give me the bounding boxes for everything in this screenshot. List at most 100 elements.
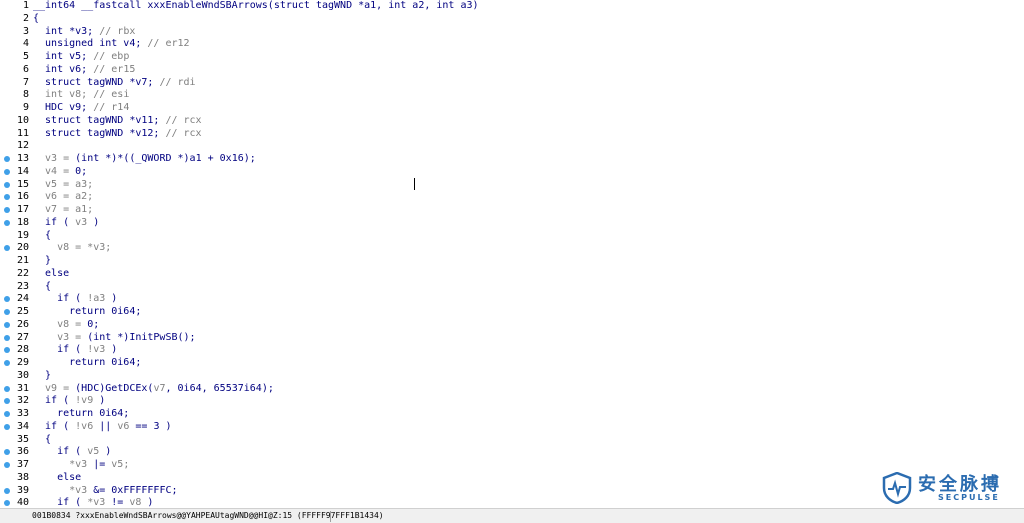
code-token: // rcx (165, 127, 202, 139)
line-number: 39 (16, 484, 29, 496)
code-text: } (33, 255, 51, 268)
line-number: 40 (16, 497, 29, 508)
code-token: !v3 (87, 344, 106, 356)
code-token: v8 = (33, 318, 88, 330)
line-number: 32 (16, 395, 29, 407)
code-line[interactable]: 37 *v3 |= v5; (0, 459, 1024, 472)
status-bar: 001B0834 ?xxxEnableWndSBArrows@@YAHPEAUt… (0, 508, 1024, 523)
code-line[interactable]: 23 { (0, 281, 1024, 294)
pseudocode-editor[interactable]: 1 __int64 __fastcall xxxEnableWndSBArrows… (0, 0, 1024, 508)
code-line[interactable]: 15 v5 = a3; (0, 179, 1024, 192)
code-text: HDC v9; // r14 (33, 102, 129, 115)
code-token: { (33, 229, 52, 241)
code-line[interactable]: 2{ (0, 13, 1024, 26)
code-line[interactable]: 13 v3 = (int *)*((_QWORD *)a1 + 0x16); (0, 153, 1024, 166)
line-number: 21 (16, 255, 29, 266)
code-line[interactable]: 26 v8 = 0; (0, 319, 1024, 332)
code-line[interactable]: 29 return 0i64; (0, 357, 1024, 370)
code-text: if ( *v3 != v8 ) (33, 497, 153, 508)
code-token: } (33, 255, 52, 266)
code-line[interactable]: 20 v8 = *v3; (0, 242, 1024, 255)
code-text: if ( !v3 ) (33, 344, 117, 357)
code-token: // er15 (93, 63, 136, 75)
code-line[interactable]: 34 if ( !v6 || v6 == 3 ) (0, 421, 1024, 434)
code-token: if ( (33, 420, 76, 432)
code-line[interactable]: 33 return 0i64; (0, 408, 1024, 421)
code-text: v3 = (int *)InitPwSB(); (33, 332, 195, 345)
code-line[interactable]: 35 { (0, 434, 1024, 447)
code-token: 0; (75, 165, 88, 177)
code-text: } (33, 370, 51, 383)
code-token: struct tagWND *v7; (33, 76, 160, 88)
code-token: !a3 (87, 293, 106, 305)
line-number: 3 (22, 25, 29, 37)
code-line[interactable]: 6 int v6; // er15 (0, 64, 1024, 77)
code-line[interactable]: 1 __int64 __fastcall xxxEnableWndSBArrows… (0, 0, 1024, 13)
code-token: ) (99, 446, 112, 458)
code-line[interactable]: 4 unsigned int v4; // er12 (0, 38, 1024, 51)
code-line[interactable]: 27 v3 = (int *)InitPwSB(); (0, 332, 1024, 345)
line-number: 1 (22, 0, 29, 11)
line-number: 7 (22, 76, 29, 88)
code-line[interactable]: 11 struct tagWND *v12; // rcx (0, 128, 1024, 141)
code-line[interactable]: 38 else (0, 472, 1024, 485)
line-number: 8 (22, 89, 29, 101)
line-number: 2 (22, 12, 29, 24)
status-separator (330, 511, 331, 522)
code-token: v3 = (33, 153, 76, 164)
code-line[interactable]: 32 if ( !v9 ) (0, 395, 1024, 408)
code-token: v5 = a3; (33, 178, 94, 190)
code-token: v6 (117, 420, 130, 432)
code-text: v3 = (int *)*((_QWORD *)a1 + 0x16); (33, 153, 256, 166)
code-line[interactable]: 39 *v3 &= 0xFFFFFFFC; (0, 485, 1024, 498)
code-token: ) (105, 293, 118, 305)
code-line[interactable]: 19 { (0, 230, 1024, 243)
code-text: if ( !v6 || v6 == 3 ) (33, 420, 171, 434)
code-line[interactable]: 10 struct tagWND *v11; // rcx (0, 115, 1024, 128)
code-line[interactable]: 18 if ( v3 ) (0, 217, 1024, 230)
code-line[interactable]: 22 else (0, 268, 1024, 281)
code-token: { (33, 12, 40, 24)
code-text: return 0i64; (33, 357, 141, 370)
code-token: } (33, 369, 52, 381)
code-line[interactable]: 16 v6 = a2; (0, 191, 1024, 204)
line-number: 36 (16, 446, 29, 458)
code-token: // rcx (165, 114, 202, 126)
code-text: __int64 __fastcall xxxEnableWndSBArrows(… (33, 0, 479, 13)
code-token: != (105, 497, 130, 508)
code-line[interactable]: 25 return 0i64; (0, 306, 1024, 319)
code-line[interactable]: 5 int v5; // ebp (0, 51, 1024, 64)
code-text: unsigned int v4; // er12 (33, 38, 190, 51)
code-text: else (33, 268, 69, 281)
code-line[interactable]: 17 v7 = a1; (0, 204, 1024, 217)
code-line[interactable]: 31 v9 = (HDC)GetDCEx(v7, 0i64, 65537i64)… (0, 383, 1024, 396)
code-line[interactable]: 40 if ( *v3 != v8 ) (0, 497, 1024, 508)
code-line[interactable]: 30 } (0, 370, 1024, 383)
code-line[interactable]: 7 struct tagWND *v7; // rdi (0, 77, 1024, 90)
code-line[interactable]: 28 if ( !v3 ) (0, 344, 1024, 357)
code-text: v8 = 0; (33, 319, 99, 332)
code-token: if ( (33, 293, 88, 305)
code-text: if ( v5 ) (33, 446, 111, 459)
code-token: (HDC)GetDCEx( (75, 382, 154, 394)
line-number: 20 (16, 242, 29, 254)
code-token: (int *)*((_QWORD *)a1 + 0x16); (75, 153, 256, 164)
code-text: { (33, 13, 39, 26)
code-text: else (33, 472, 81, 485)
code-line[interactable]: 24 if ( !a3 ) (0, 293, 1024, 306)
code-token: // rbx (99, 25, 136, 37)
code-token: // er12 (147, 38, 190, 50)
code-line[interactable]: 21 } (0, 255, 1024, 268)
code-line[interactable]: 8 int v8; // esi (0, 89, 1024, 102)
code-token: HDC v9; (33, 102, 94, 113)
logo-english-text: SECPULSE (938, 493, 1000, 502)
code-text: { (33, 281, 51, 294)
code-token: v7 (153, 382, 166, 394)
code-line[interactable]: 14 v4 = 0; (0, 166, 1024, 179)
code-line[interactable]: 12 (0, 140, 1024, 153)
code-line[interactable]: 36 if ( v5 ) (0, 446, 1024, 459)
code-line[interactable]: 3 int *v3; // rbx (0, 26, 1024, 39)
code-token: if ( (33, 216, 76, 228)
code-line[interactable]: 9 HDC v9; // r14 (0, 102, 1024, 115)
code-text: int v5; // ebp (33, 51, 129, 64)
